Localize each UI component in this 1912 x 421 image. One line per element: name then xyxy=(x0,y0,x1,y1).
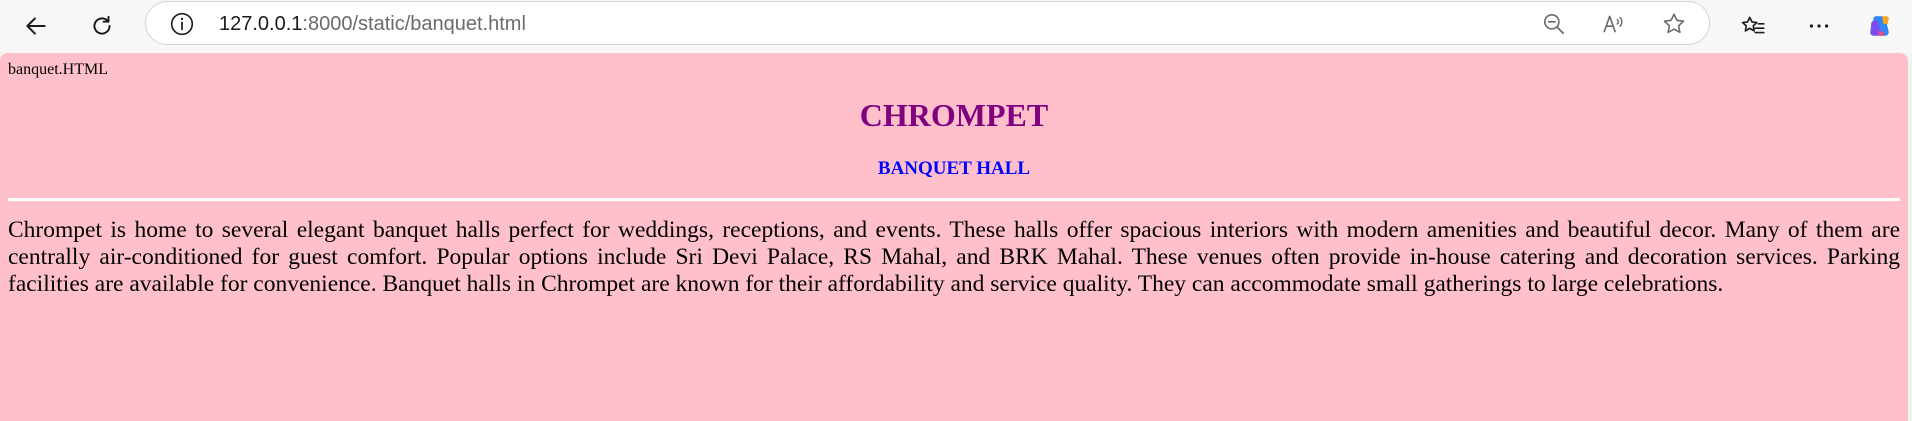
url-text[interactable]: 127.0.0.1:8000/static/banquet.html xyxy=(219,2,526,46)
more-icon xyxy=(1809,24,1829,28)
page-title: CHROMPET xyxy=(859,97,1049,133)
copilot-icon xyxy=(1870,16,1889,36)
favorite-button[interactable] xyxy=(1661,11,1687,37)
url-path: :8000/static/banquet.html xyxy=(302,13,526,35)
zoom-out-icon xyxy=(1543,13,1565,35)
zoom-button[interactable] xyxy=(1541,11,1567,37)
back-button[interactable] xyxy=(16,6,56,46)
star-icon xyxy=(1663,13,1685,34)
favorites-button[interactable] xyxy=(1733,6,1773,46)
description-paragraph: Chrompet is home to several elegant banq… xyxy=(8,217,1900,297)
read-aloud-icon xyxy=(1603,15,1623,33)
read-aloud-button[interactable] xyxy=(1601,11,1627,37)
refresh-icon xyxy=(93,15,111,35)
url-host: 127.0.0.1 xyxy=(219,13,303,35)
info-icon[interactable] xyxy=(169,11,195,37)
refresh-button[interactable] xyxy=(82,6,122,46)
copilot-button[interactable] xyxy=(1860,6,1900,46)
more-button[interactable] xyxy=(1799,6,1839,46)
page-label: banquet.HTML xyxy=(8,61,108,78)
page-subtitle: BANQUET HALL xyxy=(877,158,1031,179)
divider xyxy=(8,198,1900,201)
browser-toolbar: 127.0.0.1:8000/static/banquet.html xyxy=(0,0,1912,52)
favorites-icon xyxy=(1741,16,1765,34)
address-bar[interactable]: 127.0.0.1:8000/static/banquet.html xyxy=(145,1,1710,45)
back-arrow-icon xyxy=(26,17,46,35)
page-viewport: banquet.HTML CHROMPET BANQUET HALL Chrom… xyxy=(0,53,1908,421)
